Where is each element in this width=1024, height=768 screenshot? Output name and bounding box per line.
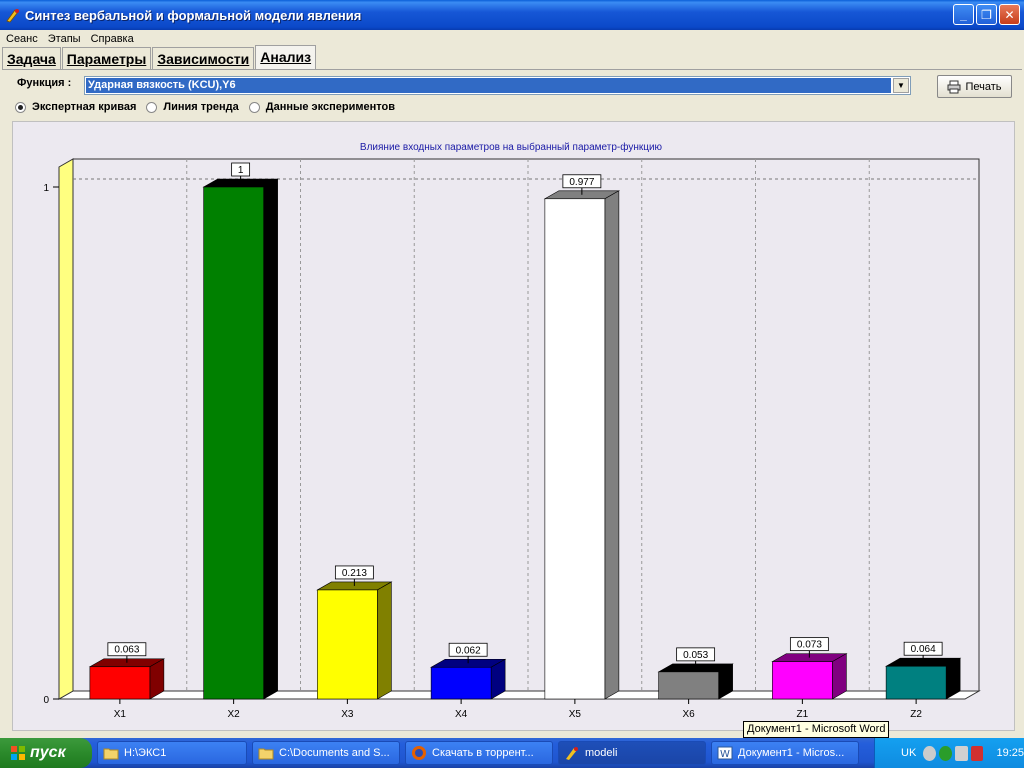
chevron-down-icon[interactable]: ▼: [893, 78, 909, 93]
firefox-icon: [412, 746, 426, 760]
data-label: 0.062: [456, 645, 481, 656]
start-label: пуск: [30, 744, 66, 761]
utorrent-icon[interactable]: [939, 745, 952, 761]
bar-side: [604, 190, 620, 700]
task-modeli[interactable]: modeli: [558, 741, 706, 765]
window-title: Синтез вербальной и формальной модели яв…: [25, 7, 362, 23]
radio-label: Данные экспериментов: [265, 101, 395, 113]
windows-flag-icon: [11, 746, 25, 760]
radio-dot[interactable]: [15, 101, 26, 113]
app-icon: [6, 9, 19, 23]
data-label: 0.064: [911, 644, 936, 655]
x-tick-label: Z1: [797, 709, 809, 720]
tab-divider: [2, 69, 1022, 70]
function-select[interactable]: Ударная вязкость (KCU),Y6 ▼: [84, 76, 911, 95]
radio-dot[interactable]: [146, 101, 158, 113]
tab-strip: Задача Параметры Зависимости Анализ: [2, 45, 317, 69]
radio-experiment-data[interactable]: Данные экспериментов: [248, 101, 395, 113]
x-tick-label: X3: [341, 709, 354, 720]
bar-side: [832, 653, 847, 700]
bar-z1: [772, 661, 833, 700]
print-button[interactable]: Печать: [937, 75, 1012, 98]
x-tick-label: Z2: [910, 709, 922, 720]
radio-label: Линия тренда: [163, 101, 239, 113]
title-bar: Синтез вербальной и формальной модели яв…: [0, 0, 1024, 30]
clock: 19:25: [996, 747, 1024, 759]
task-label: Скачать в торрент...: [432, 747, 534, 759]
bar-x4: [430, 666, 492, 700]
network-icon[interactable]: [954, 745, 968, 761]
task-word[interactable]: W Документ1 - Micros...: [711, 741, 859, 765]
x-tick-label: X6: [683, 709, 696, 720]
start-button[interactable]: пуск: [0, 738, 92, 768]
task-label: modeli: [585, 747, 618, 759]
bar-x5: [544, 198, 606, 700]
taskbar-tooltip: Документ1 - Microsoft Word: [743, 721, 890, 738]
tab-analysis[interactable]: Анализ: [255, 45, 317, 69]
menu-bar: Сеанс Этапы Справка: [0, 30, 1024, 48]
menu-session[interactable]: Сеанс: [6, 30, 38, 48]
close-button[interactable]: ✕: [999, 4, 1020, 25]
chart-left-wall: [58, 158, 74, 700]
bar-x1: [89, 666, 151, 700]
data-label: 0.063: [114, 645, 139, 656]
taskbar: пуск H:\ЭКС1 C:\Documents and S... Скача…: [0, 738, 1024, 768]
function-label: Функция :: [17, 77, 72, 89]
task-folder-documents[interactable]: C:\Documents and S...: [252, 741, 400, 765]
restore-button[interactable]: ❐: [976, 4, 997, 25]
x-tick-label: X5: [569, 709, 582, 720]
word-icon: W: [717, 746, 733, 760]
bar-x3: [317, 589, 378, 700]
bar-x2: [203, 186, 264, 700]
x-tick-label: X2: [228, 709, 241, 720]
menu-stages[interactable]: Этапы: [48, 30, 81, 48]
task-firefox[interactable]: Скачать в торрент...: [405, 741, 553, 765]
bar-x6: [658, 671, 719, 700]
y-tick-label: 1: [43, 183, 49, 194]
tab-task[interactable]: Задача: [2, 47, 61, 69]
function-select-value: Ударная вязкость (KCU),Y6: [86, 78, 891, 93]
task-label: Документ1 - Micros...: [738, 747, 845, 759]
data-label: 0.073: [797, 640, 822, 651]
tab-dependencies[interactable]: Зависимости: [152, 47, 255, 69]
system-tray: UK 19:25: [874, 738, 1024, 768]
radio-expert-curve[interactable]: Экспертная кривая: [15, 101, 136, 113]
curve-mode-group: Экспертная кривая Линия тренда Данные эк…: [15, 101, 405, 113]
tab-parameters[interactable]: Параметры: [61, 47, 152, 69]
folder-icon: [258, 748, 274, 760]
folder-icon: [103, 748, 119, 760]
task-label: H:\ЭКС1: [124, 747, 167, 759]
chart-title: Влияние входных параметров на выбранный …: [360, 141, 663, 153]
bar-side: [263, 178, 278, 700]
svg-text:W: W: [720, 749, 730, 760]
print-button-label: Печать: [965, 80, 1002, 93]
printer-icon: [947, 80, 961, 93]
language-indicator[interactable]: UK: [901, 747, 923, 759]
antivirus-icon[interactable]: [970, 745, 984, 761]
radio-trend-line[interactable]: Линия тренда: [146, 101, 239, 113]
arrow-left-icon[interactable]: [923, 745, 937, 761]
y-tick-label: 0: [43, 695, 49, 706]
data-label: 0.213: [342, 568, 367, 579]
chart-panel: Влияние входных параметров на выбранный …: [12, 121, 1015, 731]
data-label: 1: [238, 165, 244, 176]
task-label: C:\Documents and S...: [279, 747, 390, 759]
minimize-button[interactable]: _: [953, 4, 974, 25]
task-folder-eks1[interactable]: H:\ЭКС1: [97, 741, 247, 765]
data-label: 0.977: [569, 177, 594, 188]
bar-side: [377, 581, 392, 700]
app-icon: [566, 747, 578, 760]
x-tick-label: X1: [114, 709, 127, 720]
x-tick-label: X4: [455, 709, 468, 720]
bar-chart: Влияние входных параметров на выбранный …: [43, 141, 981, 720]
radio-dot[interactable]: [248, 101, 260, 113]
bar-z2: [885, 665, 947, 700]
data-label: 0.053: [683, 650, 708, 661]
radio-label: Экспертная кривая: [32, 101, 137, 113]
menu-help[interactable]: Справка: [91, 30, 134, 48]
